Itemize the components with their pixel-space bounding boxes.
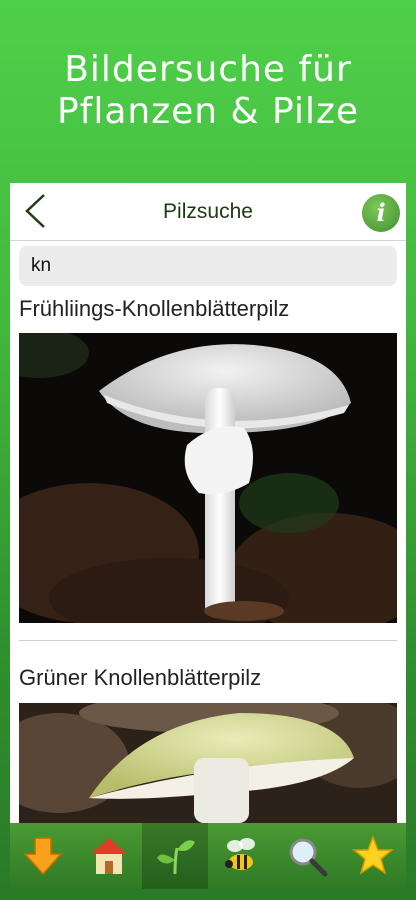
plant-icon — [157, 840, 195, 875]
bee-icon — [225, 838, 255, 870]
promo-line-1: Bildersuche für — [64, 49, 352, 90]
search-icon — [289, 838, 328, 877]
promo-line-2: Pflanzen & Pilze — [56, 91, 360, 132]
app-screen: Pilzsuche i Frühliings-Knollenblätterpil… — [10, 183, 406, 823]
result-title-2[interactable]: Grüner Knollenblätterpilz — [19, 665, 261, 691]
tab-download[interactable] — [10, 823, 76, 889]
tab-home[interactable] — [76, 823, 142, 889]
promo-headline: Bildersuche für Pflanzen & Pilze — [0, 0, 416, 182]
result-title-1[interactable]: Frühliings-Knollenblätterpilz — [19, 296, 289, 322]
result-divider — [19, 640, 397, 641]
info-icon: i — [376, 198, 386, 227]
download-icon — [23, 837, 63, 876]
tab-plants[interactable] — [142, 823, 208, 889]
tab-insects[interactable] — [208, 823, 274, 889]
star-icon — [351, 834, 395, 875]
result-image-1[interactable] — [19, 333, 397, 623]
tab-favorites[interactable] — [340, 823, 406, 889]
home-icon — [91, 838, 127, 874]
tab-bar — [10, 823, 406, 889]
search-input[interactable] — [19, 246, 397, 286]
result-image-2[interactable] — [19, 703, 397, 823]
page-title: Pilzsuche — [163, 200, 253, 223]
info-button[interactable]: i — [362, 194, 400, 232]
tab-search[interactable] — [274, 823, 340, 889]
navigation-bar: Pilzsuche i — [10, 183, 406, 241]
